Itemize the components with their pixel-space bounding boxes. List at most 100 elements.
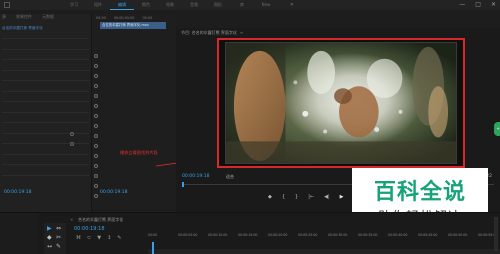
source-timecode[interactable]: 00:00:19:18 xyxy=(4,190,31,195)
timeline-timecode[interactable]: 00:00:19:18 xyxy=(74,226,105,232)
workspace-tab[interactable]: New xyxy=(254,0,278,10)
timeline-panel: ▶ ⇔ ◆ ✂ ↔ ✎ × 合名的伞露打熊 界面字化 00:00:19:18 ⌘ ⊂ ▼ ↕ ✎ … xyxy=(0,212,500,254)
slip-tool-icon[interactable]: ↔ xyxy=(47,243,52,250)
keyframe-toggle-icon[interactable] xyxy=(94,74,98,78)
step-back-icon[interactable]: ◀| xyxy=(324,194,330,200)
panel-divider xyxy=(2,38,89,39)
panel-tab[interactable]: 元数据 xyxy=(42,14,54,22)
keyframe-toggle-icon[interactable] xyxy=(94,184,98,188)
add-marker-icon[interactable]: ◆ xyxy=(268,194,272,200)
effect-controls-timecode[interactable]: 00:00:19:18 xyxy=(100,190,127,195)
effect-controls-ruler: 00:00 00:00:05:00 00:00 xyxy=(96,16,152,20)
timeline-ruler-tick: 00:00 xyxy=(148,233,158,237)
zoom-fit-select[interactable]: 适合 xyxy=(226,174,234,180)
panel-divider xyxy=(2,122,89,123)
property-toggle-icon[interactable] xyxy=(70,142,74,146)
workspace-tab[interactable]: 组件 xyxy=(86,0,110,10)
panel-divider xyxy=(2,174,89,176)
timeline-ruler-tick: 00:00:15:00 xyxy=(238,233,258,237)
go-to-in-icon[interactable]: |← xyxy=(308,194,314,200)
panel-divider xyxy=(2,90,89,92)
ruler-tick: 00:00 xyxy=(96,16,106,20)
panel-divider xyxy=(2,101,89,102)
keyframe-toggle-icon[interactable] xyxy=(94,174,98,178)
panel-divider xyxy=(2,80,89,81)
source-panel-tabs: 源 效果控件 元数据 xyxy=(2,14,54,22)
workspace-tab[interactable]: 图形 xyxy=(206,0,230,10)
timeline-ruler-tick: 00:00:40:00 xyxy=(388,233,408,237)
workspace-tab[interactable]: 效果 xyxy=(158,0,182,10)
panel-divider xyxy=(2,143,89,144)
program-monitor-title: 节目: 合名的伞露打熊 界面字化 ≡ xyxy=(181,30,243,36)
keyframe-toggle-icon[interactable] xyxy=(94,94,98,98)
linked-selection-icon[interactable]: ⊂ xyxy=(87,235,91,241)
timeline-toolbar: ⌘ ⊂ ▼ ↕ ✎ xyxy=(76,235,121,241)
workspace-tab[interactable]: 库 xyxy=(230,0,254,10)
program-title-text: 节目: 合名的伞露打熊 界面字化 xyxy=(181,30,237,35)
panel-tab[interactable]: 源 xyxy=(2,14,6,22)
close-icon[interactable]: ✕ xyxy=(491,1,496,8)
keyframe-toggle-icon[interactable] xyxy=(94,124,98,128)
source-clip-name[interactable]: 合名的伞露打熊 界面字化 xyxy=(2,25,43,32)
track-select-tool-icon[interactable]: ⇔ xyxy=(56,225,61,232)
keyframe-toggle-icon[interactable] xyxy=(94,54,98,58)
keyframe-toggle-icon[interactable] xyxy=(94,84,98,88)
timeline-ruler-tick: 00:00:30:00 xyxy=(328,233,348,237)
top-menu-bar: 学习 组件 编辑 颜色 效果 音频 图形库 New » — □ ✕ xyxy=(0,0,500,10)
timeline-playhead[interactable] xyxy=(152,242,154,254)
selection-tool-icon[interactable]: ▶ xyxy=(47,225,52,232)
tools-panel: ▶ ⇔ ◆ ✂ ↔ ✎ xyxy=(44,223,66,254)
preview-highlight-frame xyxy=(217,38,465,168)
project-panel xyxy=(0,213,38,254)
sequence-close-icon[interactable]: × xyxy=(70,217,73,222)
panel-divider xyxy=(2,69,89,71)
panel-divider xyxy=(2,111,89,113)
keyframe-toggle-icon[interactable] xyxy=(94,134,98,138)
program-playhead[interactable] xyxy=(182,182,184,187)
mark-in-icon[interactable]: { xyxy=(282,194,285,200)
source-panel: 源 效果控件 元数据 合名的伞露打熊 界面字化 00:00:19:18 xyxy=(0,14,92,212)
panel-divider xyxy=(2,164,89,165)
workspace-tab[interactable]: 音频 xyxy=(182,0,206,10)
keyframe-toggle-icon[interactable] xyxy=(94,164,98,168)
ripple-edit-tool-icon[interactable]: ◆ xyxy=(47,234,52,241)
pen-tool-icon[interactable]: ✎ xyxy=(56,243,61,250)
play-icon[interactable]: ▶ xyxy=(340,194,344,200)
panel-tab[interactable]: 效果控件 xyxy=(16,14,32,22)
mark-out-icon[interactable]: } xyxy=(295,194,298,200)
ruler-tick: 00:00 xyxy=(142,16,153,20)
timeline-ruler-tick: 00:00:10:00 xyxy=(208,233,228,237)
snap-icon[interactable]: ⌘ xyxy=(76,235,81,241)
maximize-icon[interactable]: □ xyxy=(475,1,481,8)
minimize-icon[interactable]: — xyxy=(459,1,465,8)
keyframe-toggle-icon[interactable] xyxy=(94,154,98,158)
side-float-button[interactable]: + xyxy=(494,122,500,136)
captions-icon[interactable]: ✎ xyxy=(117,235,121,241)
timeline-scrollbar[interactable] xyxy=(494,217,498,251)
keyframe-toggle-icon[interactable] xyxy=(94,104,98,108)
program-timecode[interactable]: 00:00:19:18 xyxy=(182,174,209,179)
workspace-tab[interactable]: 编辑 xyxy=(110,0,134,10)
panel-menu-icon[interactable]: ≡ xyxy=(240,30,243,35)
more-workspaces-chevron-icon[interactable]: » xyxy=(290,1,294,8)
window-controls: — □ ✕ xyxy=(459,1,496,8)
timeline-ruler[interactable]: 00:00 00:00:05:00 00:00:10:00 00:00:15:00 00… xyxy=(148,233,500,239)
razor-tool-icon[interactable]: ✂ xyxy=(56,234,61,241)
effect-controls-timeline: 00:00 00:00:05:00 00:00 合名的伞露打熊 界面字化.mov 0… xyxy=(92,14,176,212)
keyframe-toggle-icon[interactable] xyxy=(94,114,98,118)
panel-divider xyxy=(2,48,89,50)
keyframe-toggle-icon[interactable] xyxy=(94,64,98,68)
sequence-title[interactable]: 合名的伞露打熊 界面字化 xyxy=(78,217,123,223)
keyframe-toggle-icon[interactable] xyxy=(94,194,98,198)
add-marker-icon[interactable]: ▼ xyxy=(97,235,101,241)
workspace-tab[interactable]: 学习 xyxy=(62,0,86,10)
property-toggle-icon[interactable] xyxy=(70,132,74,136)
panel-divider xyxy=(2,132,89,134)
timeline-track[interactable] xyxy=(148,249,500,254)
workspace-tab[interactable]: 颜色 xyxy=(134,0,158,10)
keyframe-toggle-icon[interactable] xyxy=(94,144,98,148)
video-preview[interactable] xyxy=(225,42,457,164)
watermark-title: 百科全说 xyxy=(373,180,466,205)
timeline-settings-icon[interactable]: ↕ xyxy=(107,235,111,241)
effect-controls-clip[interactable]: 合名的伞露打熊 界面字化.mov xyxy=(100,22,166,29)
